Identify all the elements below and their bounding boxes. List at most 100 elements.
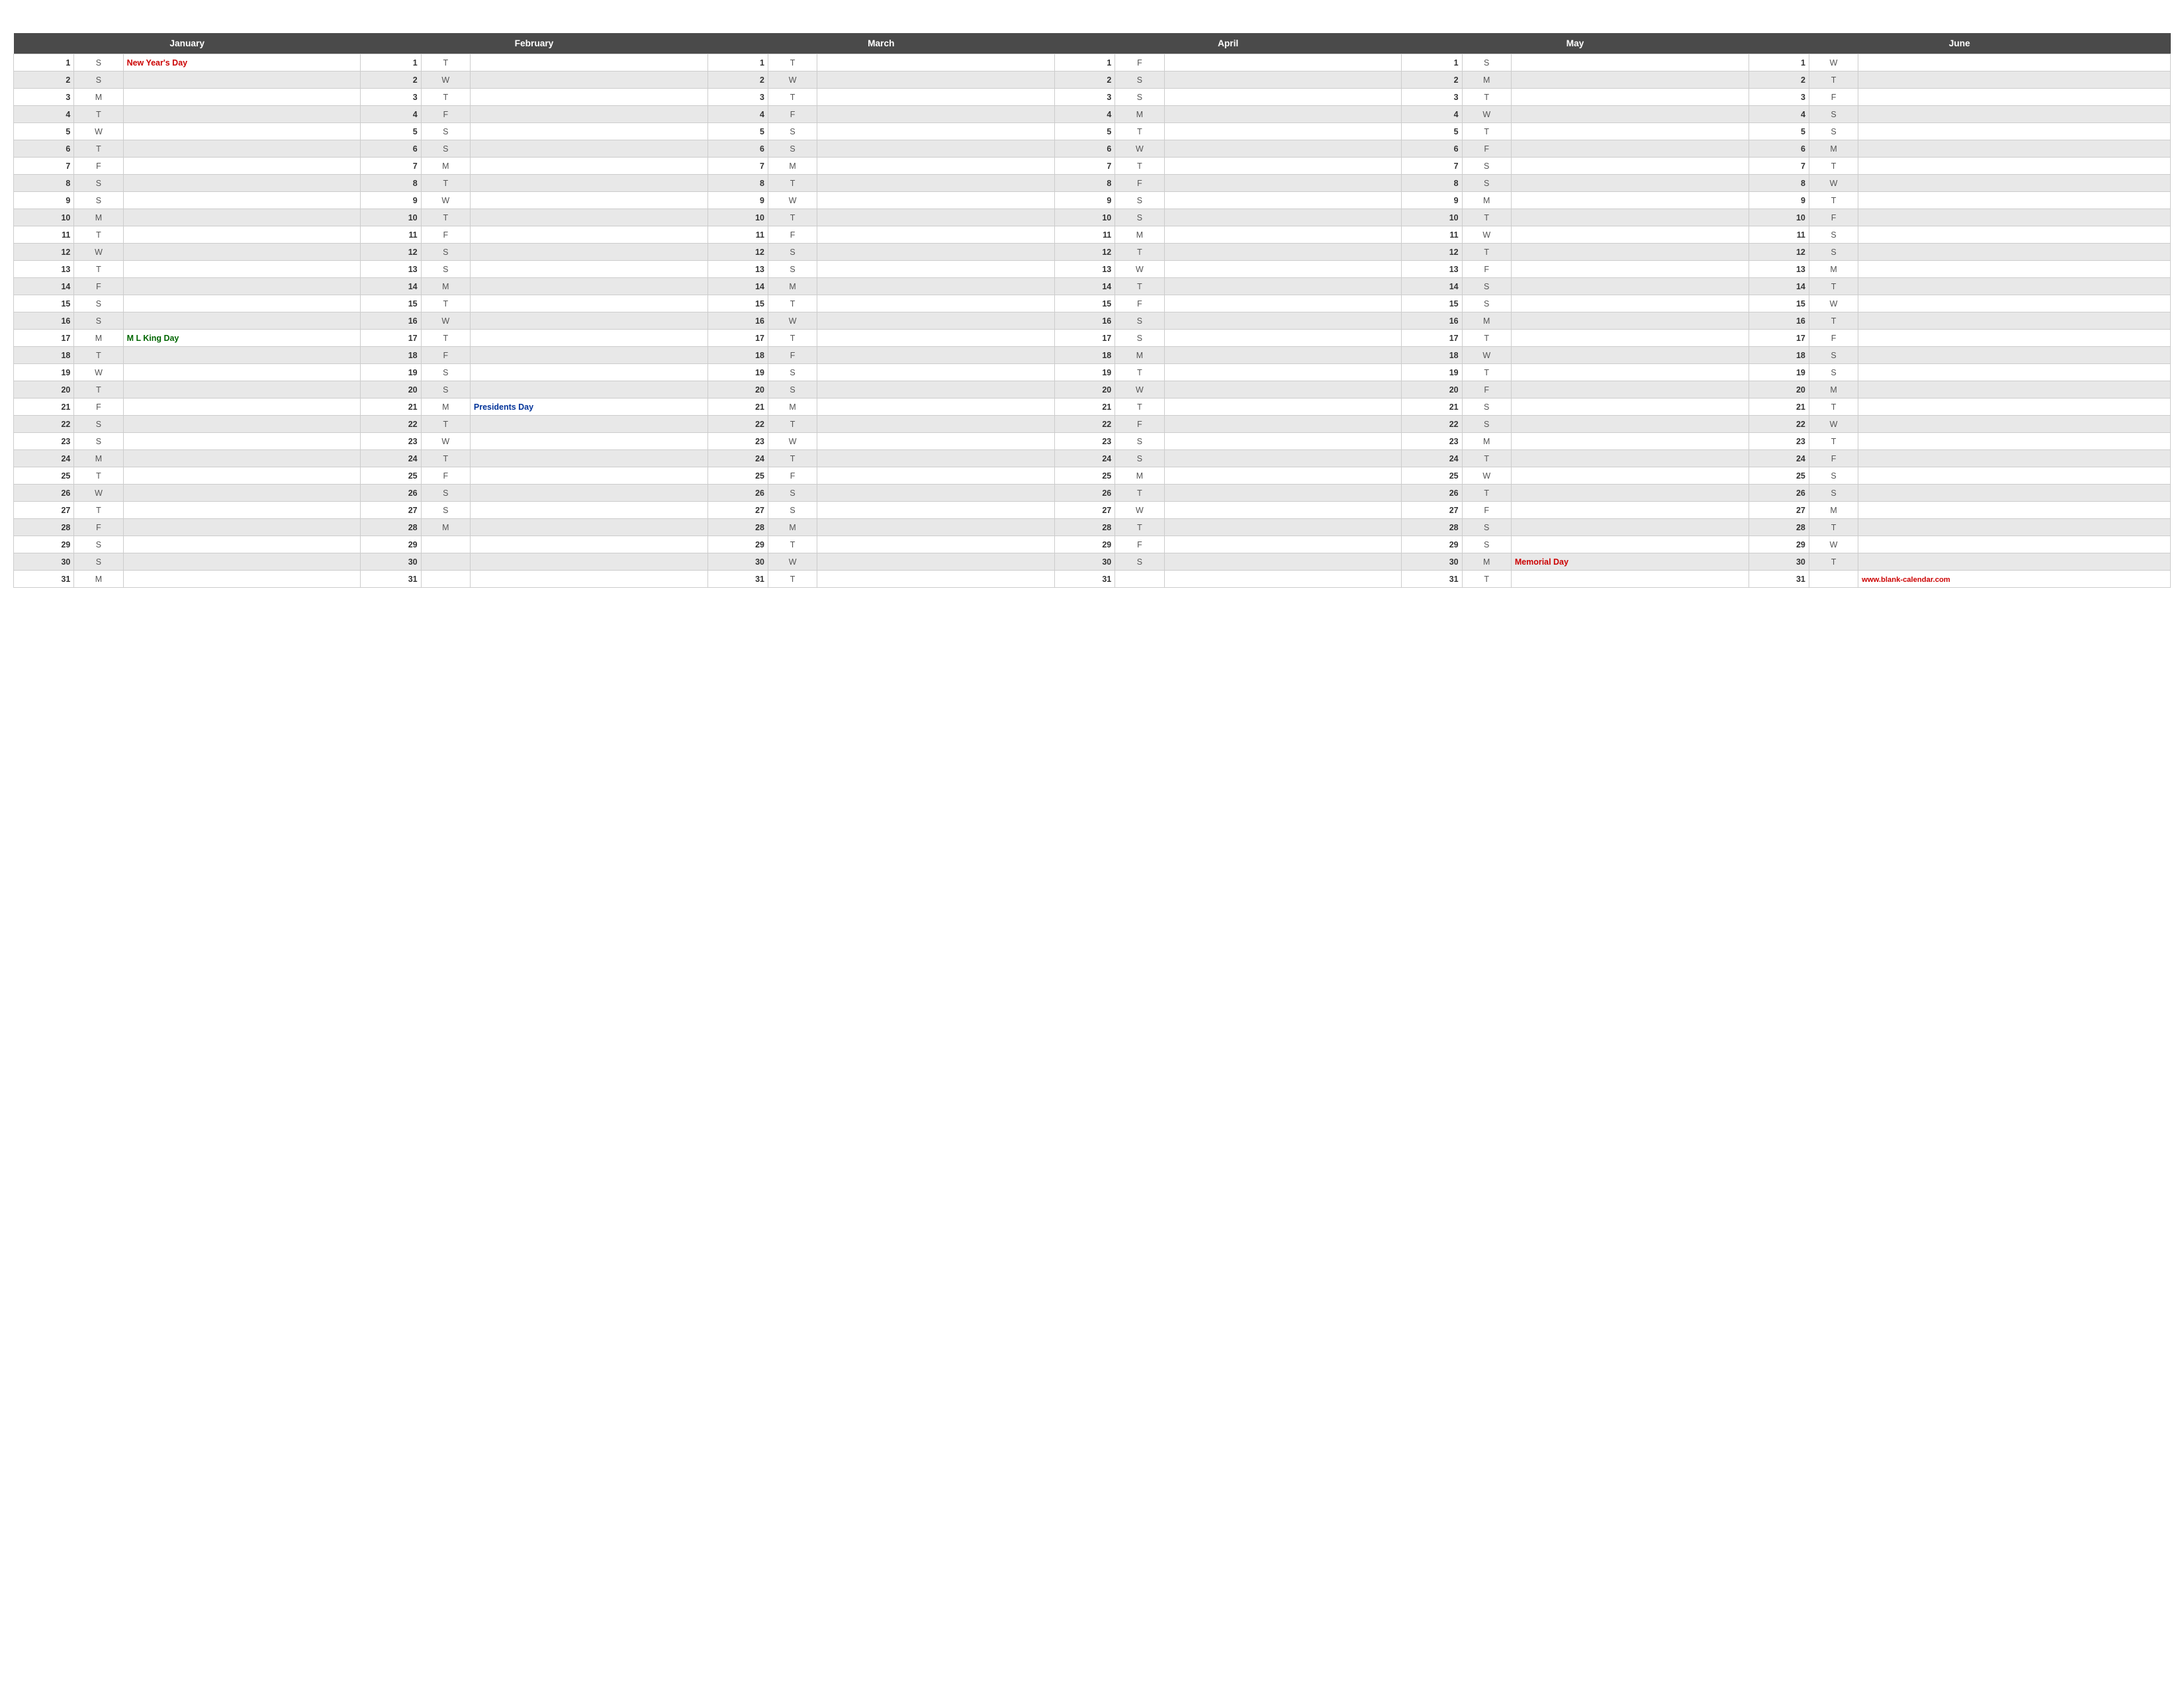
- holiday-cell: [817, 553, 1055, 571]
- day-letter: T: [768, 571, 817, 588]
- day-letter: M: [768, 278, 817, 295]
- day-number: 2: [14, 71, 74, 89]
- day-letter: W: [74, 244, 123, 261]
- day-letter: W: [421, 312, 470, 330]
- day-letter: [1115, 571, 1164, 588]
- day-letter: S: [1115, 312, 1164, 330]
- holiday-cell: [1511, 175, 1749, 192]
- day-number: 7: [1402, 158, 1462, 175]
- day-letter: T: [421, 89, 470, 106]
- day-letter: W: [1462, 347, 1511, 364]
- holiday-cell: [1164, 467, 1402, 485]
- day-number: 28: [1054, 519, 1115, 536]
- day-number: 11: [1054, 226, 1115, 244]
- holiday-cell: [470, 364, 707, 381]
- holiday-cell: [1858, 347, 2171, 364]
- holiday-cell: [1164, 571, 1402, 588]
- day-number: 1: [14, 54, 74, 71]
- day-number: 21: [1749, 399, 1809, 416]
- day-number: 27: [707, 502, 768, 519]
- day-number: 13: [707, 261, 768, 278]
- holiday-cell: [1511, 278, 1749, 295]
- day-number: 28: [14, 519, 74, 536]
- month-header-may: May: [1402, 33, 1749, 54]
- day-number: 14: [361, 278, 421, 295]
- holiday-cell: [1164, 278, 1402, 295]
- table-row: 6T6S6S6W6F6M: [14, 140, 2171, 158]
- day-letter: M: [1462, 71, 1511, 89]
- day-letter: T: [1115, 485, 1164, 502]
- holiday-cell: [1858, 381, 2171, 399]
- day-letter: W: [1462, 106, 1511, 123]
- day-letter: F: [1115, 54, 1164, 71]
- holiday-cell: [1511, 295, 1749, 312]
- day-number: 21: [361, 399, 421, 416]
- table-row: 23S23W23W23S23M23T: [14, 433, 2171, 450]
- day-number: 24: [361, 450, 421, 467]
- holiday-cell: [1858, 261, 2171, 278]
- day-letter: M: [1115, 467, 1164, 485]
- day-letter: S: [421, 485, 470, 502]
- table-row: 28F28M28M28T28S28T: [14, 519, 2171, 536]
- day-number: 20: [361, 381, 421, 399]
- holiday-cell: [123, 209, 361, 226]
- day-number: 17: [1749, 330, 1809, 347]
- day-letter: W: [1809, 416, 1858, 433]
- day-number: 8: [14, 175, 74, 192]
- table-row: 27T27S27S27W27F27M: [14, 502, 2171, 519]
- day-letter: F: [1462, 381, 1511, 399]
- holiday-cell: [470, 330, 707, 347]
- day-number: 8: [361, 175, 421, 192]
- day-letter: T: [421, 175, 470, 192]
- holiday-cell: [1511, 192, 1749, 209]
- day-number: 23: [361, 433, 421, 450]
- day-letter: M: [1115, 226, 1164, 244]
- holiday-cell: [1511, 140, 1749, 158]
- table-row: 29S2929T29F29S29W: [14, 536, 2171, 553]
- holiday-cell: [817, 330, 1055, 347]
- day-letter: M: [1115, 106, 1164, 123]
- day-letter: W: [768, 71, 817, 89]
- holiday-cell: [123, 295, 361, 312]
- day-number: 8: [1749, 175, 1809, 192]
- holiday-name: Memorial Day: [1515, 557, 1569, 567]
- day-letter: T: [1462, 485, 1511, 502]
- holiday-cell: [470, 347, 707, 364]
- day-letter: S: [1809, 364, 1858, 381]
- holiday-cell: [1511, 106, 1749, 123]
- holiday-cell: M L King Day: [123, 330, 361, 347]
- day-number: 16: [1749, 312, 1809, 330]
- holiday-cell: [1511, 571, 1749, 588]
- day-letter: S: [768, 140, 817, 158]
- day-letter: T: [74, 347, 123, 364]
- month-header-january: January: [14, 33, 361, 54]
- day-letter: F: [768, 226, 817, 244]
- holiday-cell: [123, 106, 361, 123]
- holiday-cell: [123, 536, 361, 553]
- day-letter: W: [1809, 175, 1858, 192]
- day-letter: T: [1809, 278, 1858, 295]
- day-number: 21: [707, 399, 768, 416]
- holiday-cell: [470, 192, 707, 209]
- day-letter: S: [421, 502, 470, 519]
- day-number: 9: [707, 192, 768, 209]
- day-letter: S: [74, 312, 123, 330]
- month-header-june: June: [1749, 33, 2170, 54]
- day-letter: F: [421, 106, 470, 123]
- day-number: 12: [1749, 244, 1809, 261]
- day-number: 4: [1402, 106, 1462, 123]
- day-number: 26: [14, 485, 74, 502]
- day-letter: S: [1115, 450, 1164, 467]
- day-number: 18: [1402, 347, 1462, 364]
- holiday-cell: [470, 158, 707, 175]
- holiday-cell: [1164, 295, 1402, 312]
- day-letter: W: [768, 433, 817, 450]
- day-letter: F: [74, 399, 123, 416]
- holiday-cell: [1858, 244, 2171, 261]
- holiday-cell: [470, 485, 707, 502]
- holiday-cell: [1164, 502, 1402, 519]
- table-row: 9S9W9W9S9M9T: [14, 192, 2171, 209]
- day-letter: M: [1462, 433, 1511, 450]
- day-letter: [421, 553, 470, 571]
- holiday-cell: [1164, 54, 1402, 71]
